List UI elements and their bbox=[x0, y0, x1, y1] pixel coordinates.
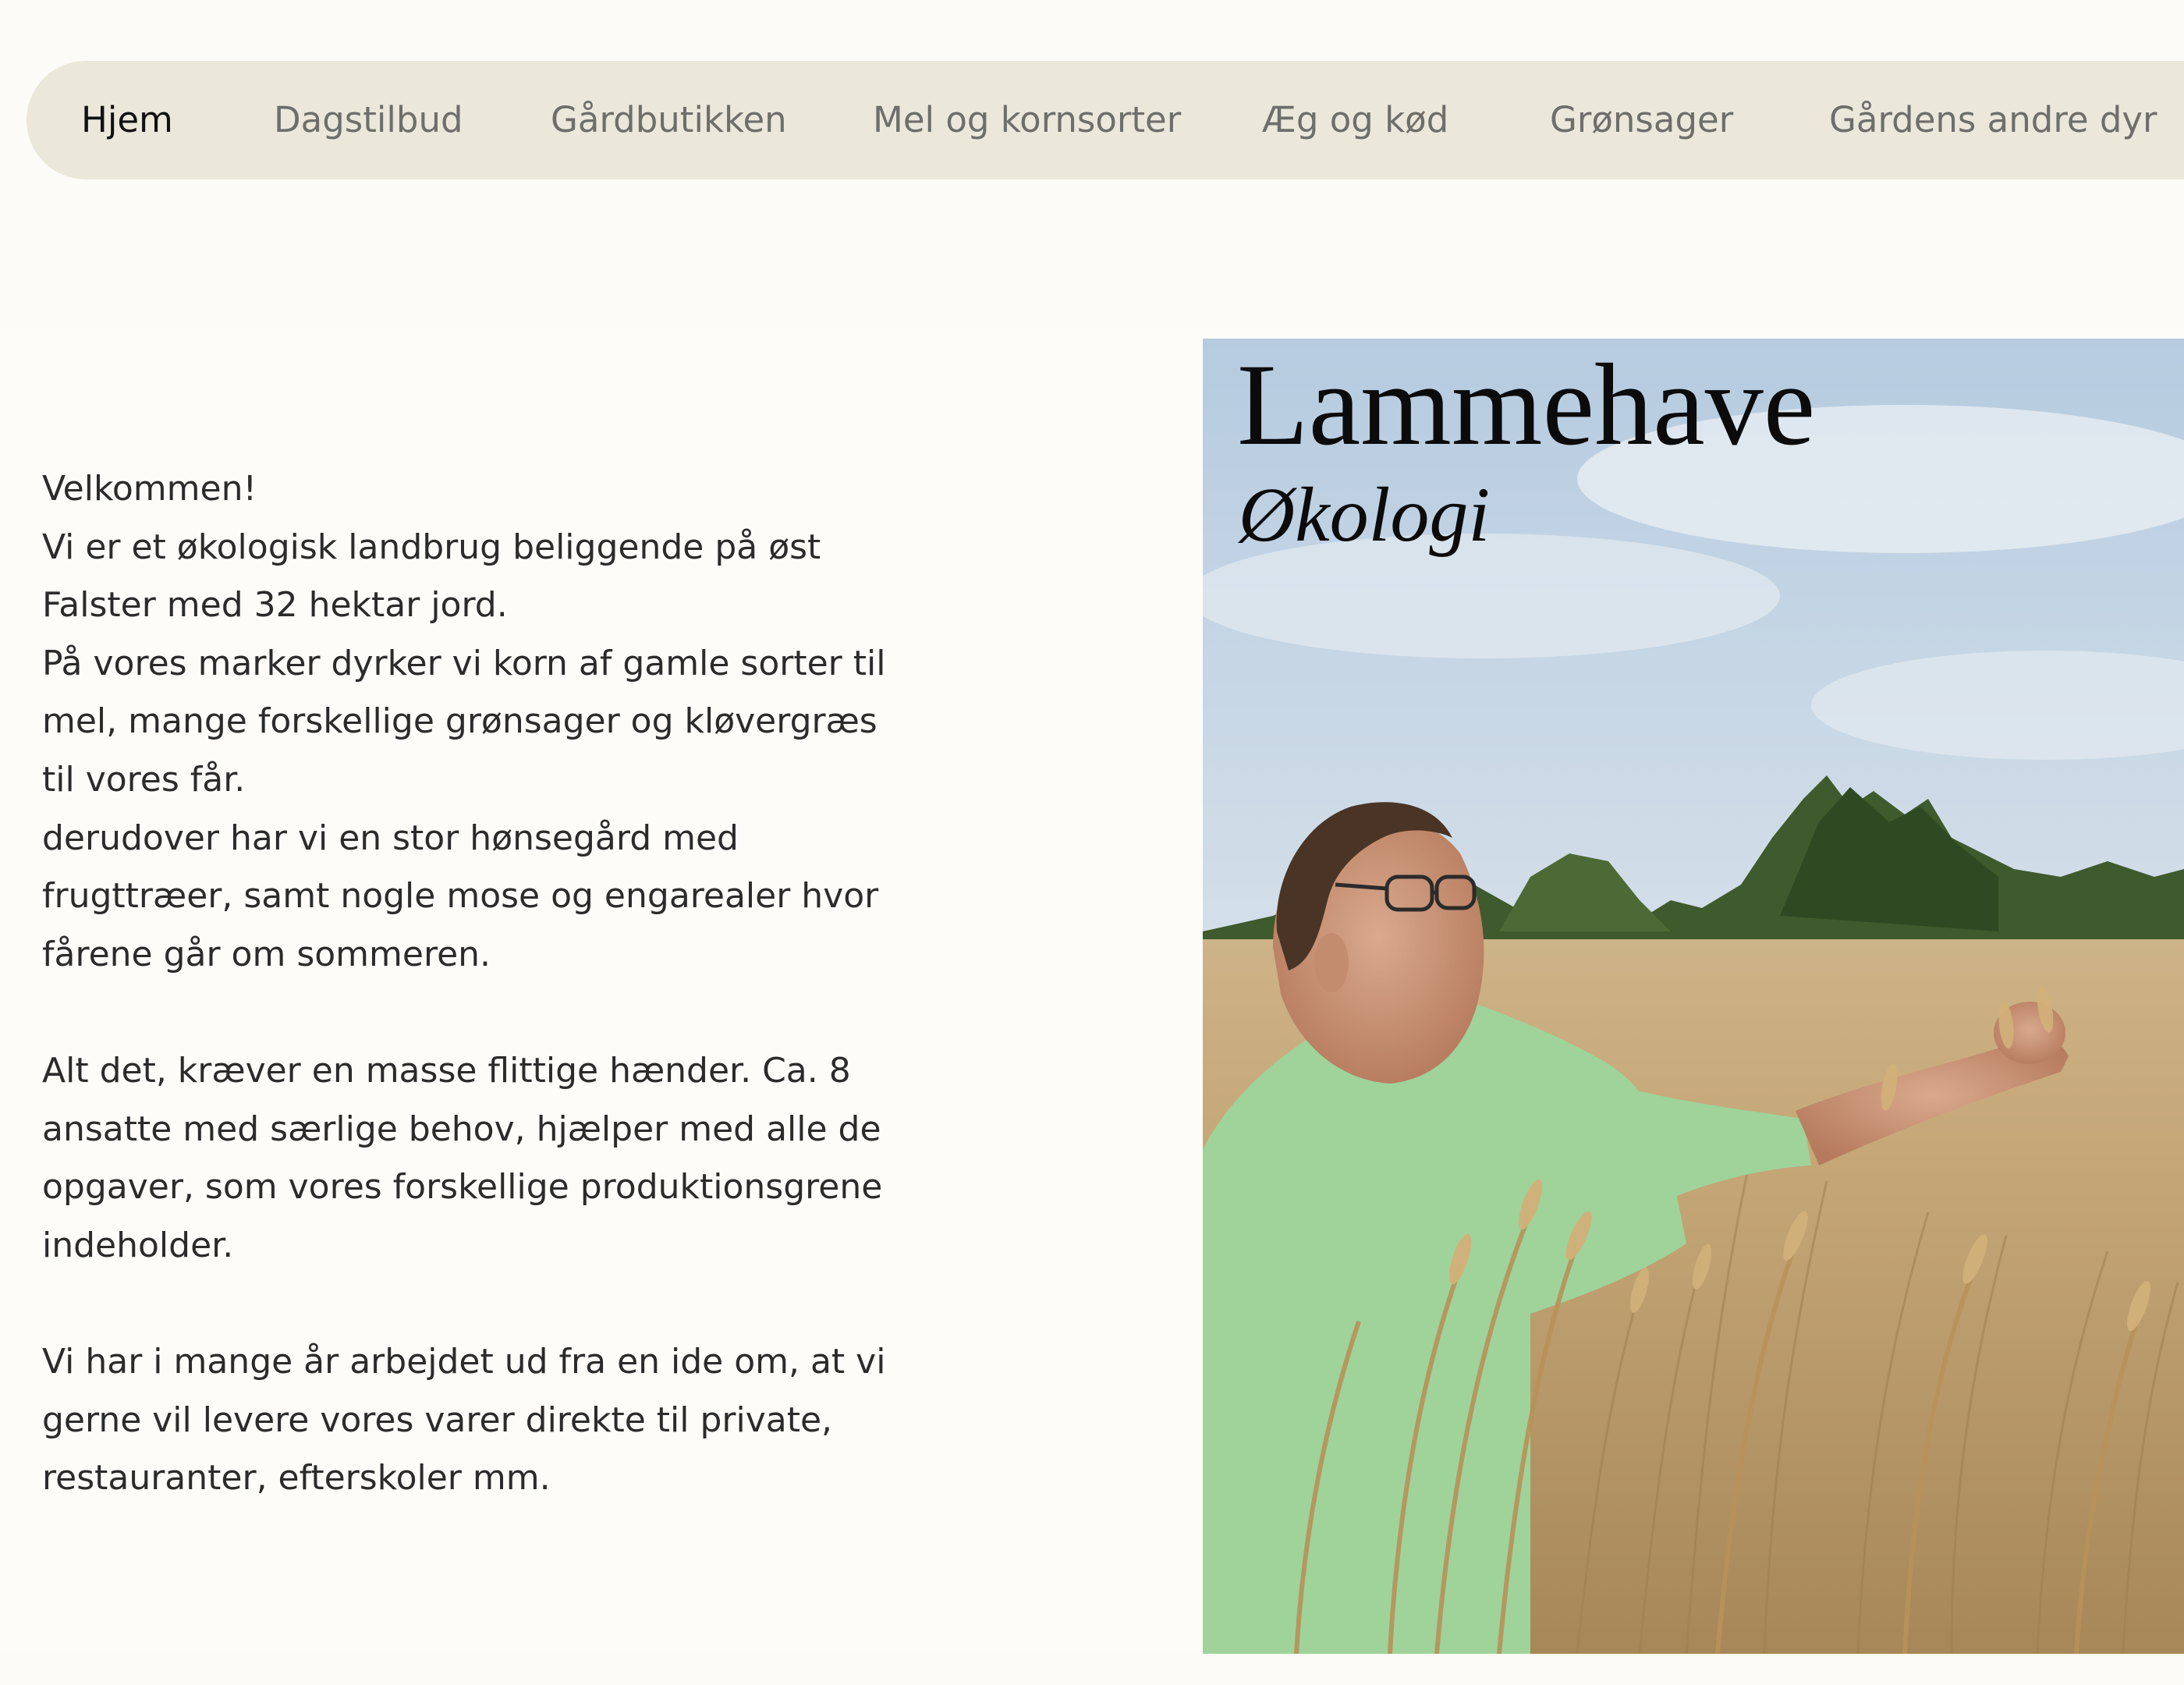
intro-line: Vi er et økologisk landbrug beliggende p… bbox=[42, 527, 821, 567]
intro-paragraph: Vi har i mange år arbejdet ud fra en ide… bbox=[42, 1333, 947, 1508]
intro-line: fårene går om sommeren. bbox=[42, 934, 491, 974]
hero-image: Lammehave Økologi bbox=[1203, 339, 2184, 1654]
nav-item-aeg-og-koed[interactable]: Æg og kød bbox=[1262, 61, 1448, 179]
intro-line: På vores marker dyrker vi korn af gamle … bbox=[42, 643, 886, 683]
intro-line: derudover har vi en stor hønsegård med bbox=[42, 818, 739, 858]
hero-title: Lammehave bbox=[1237, 340, 1816, 470]
intro-line: opgaver, som vores forskellige produktio… bbox=[42, 1167, 883, 1208]
intro-line: frugttræer, samt nogle mose og engareale… bbox=[42, 876, 879, 917]
intro-line: restauranter, efterskoler mm. bbox=[42, 1458, 551, 1499]
nav-item-gaardens-andre-dyr[interactable]: Gårdens andre dyr bbox=[1829, 61, 2157, 179]
hero-subtitle: Økologi bbox=[1239, 471, 1491, 558]
intro-line: til vores får. bbox=[42, 759, 246, 800]
intro-line: Alt det, kræver en masse flittige hænder… bbox=[42, 1050, 851, 1091]
intro-line: indeholder. bbox=[42, 1225, 234, 1265]
nav-item-dagstilbud[interactable]: Dagstilbud bbox=[274, 61, 463, 179]
intro-text: Velkommen! Vi er et økologisk landbrug b… bbox=[42, 460, 947, 1508]
intro-paragraph: Alt det, kræver en masse flittige hænder… bbox=[42, 1042, 947, 1275]
nav-item-groensager[interactable]: Grønsager bbox=[1550, 61, 1733, 179]
nav-item-gaardbutikken[interactable]: Gårdbutikken bbox=[551, 61, 787, 179]
intro-line: Vi har i mange år arbejdet ud fra en ide… bbox=[42, 1341, 886, 1382]
nav-item-mel-og-kornsorter[interactable]: Mel og kornsorter bbox=[873, 61, 1181, 179]
intro-paragraph: Velkommen! Vi er et økologisk landbrug b… bbox=[42, 460, 947, 984]
intro-line: mel, mange forskellige grønsager og kløv… bbox=[42, 701, 878, 742]
intro-line: Velkommen! bbox=[42, 469, 257, 509]
nav-item-hjem[interactable]: Hjem bbox=[81, 61, 173, 179]
intro-line: gerne vil levere vores varer direkte til… bbox=[42, 1399, 833, 1440]
intro-line: Falster med 32 hektar jord. bbox=[42, 585, 508, 626]
intro-line: ansatte med særlige behov, hjælper med a… bbox=[42, 1109, 881, 1149]
main-navigation: Hjem Dagstilbud Gårdbutikken Mel og korn… bbox=[27, 61, 2184, 179]
